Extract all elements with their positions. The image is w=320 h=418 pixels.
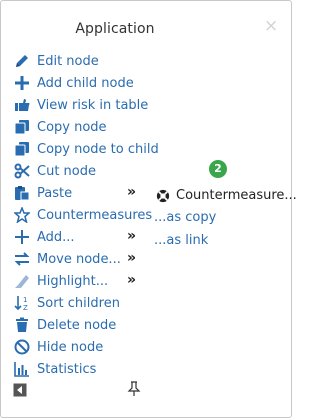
menu-item-sort-children[interactable]: 1Z Sort children [14, 292, 120, 314]
menu-item-label: Sort children [37, 295, 120, 311]
menu-item-view-risk-in-table[interactable]: View risk in table [14, 94, 148, 116]
caret-left-icon[interactable] [13, 382, 27, 397]
menu-item-highlight[interactable]: Highlight... [14, 270, 108, 292]
menu-item-add-child-node[interactable]: Add child node [14, 72, 134, 94]
dialog-title: Application [75, 21, 155, 37]
svg-text:Z: Z [23, 304, 28, 311]
plus-icon [14, 229, 30, 245]
paste-countermeasure-item[interactable]: Countermeasure... [156, 188, 297, 203]
menu-item-label: Hide node [37, 339, 104, 355]
ban-icon [14, 339, 30, 355]
arrows-exchange-icon [14, 251, 30, 267]
menu-item-label: Copy node [37, 119, 107, 135]
paste-count-badge: 2 [209, 160, 227, 178]
submenu-arrow-move-node: » [127, 250, 136, 266]
submenu-arrow-highlight: » [127, 272, 136, 288]
menu-item-label: Countermeasures [37, 207, 153, 223]
paste-icon [14, 185, 30, 201]
submenu-arrow-paste: » [127, 184, 136, 200]
life-ring-icon [156, 189, 170, 203]
highlighter-icon [14, 273, 30, 289]
menu-item-move-node[interactable]: Move node... [14, 248, 121, 270]
paste-as-copy-link[interactable]: ...as copy [154, 210, 216, 225]
scissors-icon [14, 163, 30, 179]
menu-item-label: Add... [37, 229, 75, 245]
copy-icon [14, 119, 30, 135]
menu-item-delete-node[interactable]: Delete node [14, 314, 116, 336]
pin-icon[interactable] [127, 381, 141, 397]
menu-item-label: Paste [37, 185, 73, 201]
copy-icon [14, 141, 30, 157]
menu-item-paste[interactable]: Paste [14, 182, 72, 204]
paste-as-link-link[interactable]: ...as link [154, 233, 208, 248]
menu-item-edit-node[interactable]: Edit node [14, 50, 99, 72]
menu-item-label: Highlight... [37, 273, 109, 289]
menu-item-label: Move node... [37, 251, 121, 267]
close-icon[interactable]: × [264, 18, 278, 35]
menu-item-label: Statistics [37, 361, 97, 377]
svg-text:1: 1 [23, 296, 27, 304]
menu-item-label: Cut node [37, 163, 96, 179]
menu-item-cut-node[interactable]: Cut node [14, 160, 96, 182]
menu-item-hide-node[interactable]: Hide node [14, 336, 103, 358]
trash-icon [14, 317, 30, 333]
menu-item-copy-node-to-child[interactable]: Copy node to child [14, 138, 159, 160]
context-menu-panel: Application × Edit node Add child node V… [0, 0, 297, 418]
paste-countermeasure-label: Countermeasure... [176, 188, 297, 203]
submenu-arrow-add: » [127, 228, 136, 244]
menu-item-label: Copy node to child [37, 141, 159, 157]
sort-icon: 1Z [14, 295, 30, 311]
pencil-icon [14, 53, 30, 69]
menu-item-label: View risk in table [37, 97, 149, 113]
menu-item-label: Delete node [37, 317, 117, 333]
menu-item-label: Edit node [37, 53, 99, 69]
menu-item-copy-node[interactable]: Copy node [14, 116, 107, 138]
menu-item-statistics[interactable]: Statistics [14, 358, 96, 380]
bar-chart-icon [14, 361, 30, 377]
hand-point-icon [14, 97, 30, 113]
menu-item-countermeasures[interactable]: Countermeasures [14, 204, 152, 226]
menu-item-add[interactable]: Add... [14, 226, 75, 248]
menu-item-label: Add child node [37, 75, 134, 91]
star-outline-icon [14, 207, 30, 223]
plus-icon [14, 75, 30, 91]
